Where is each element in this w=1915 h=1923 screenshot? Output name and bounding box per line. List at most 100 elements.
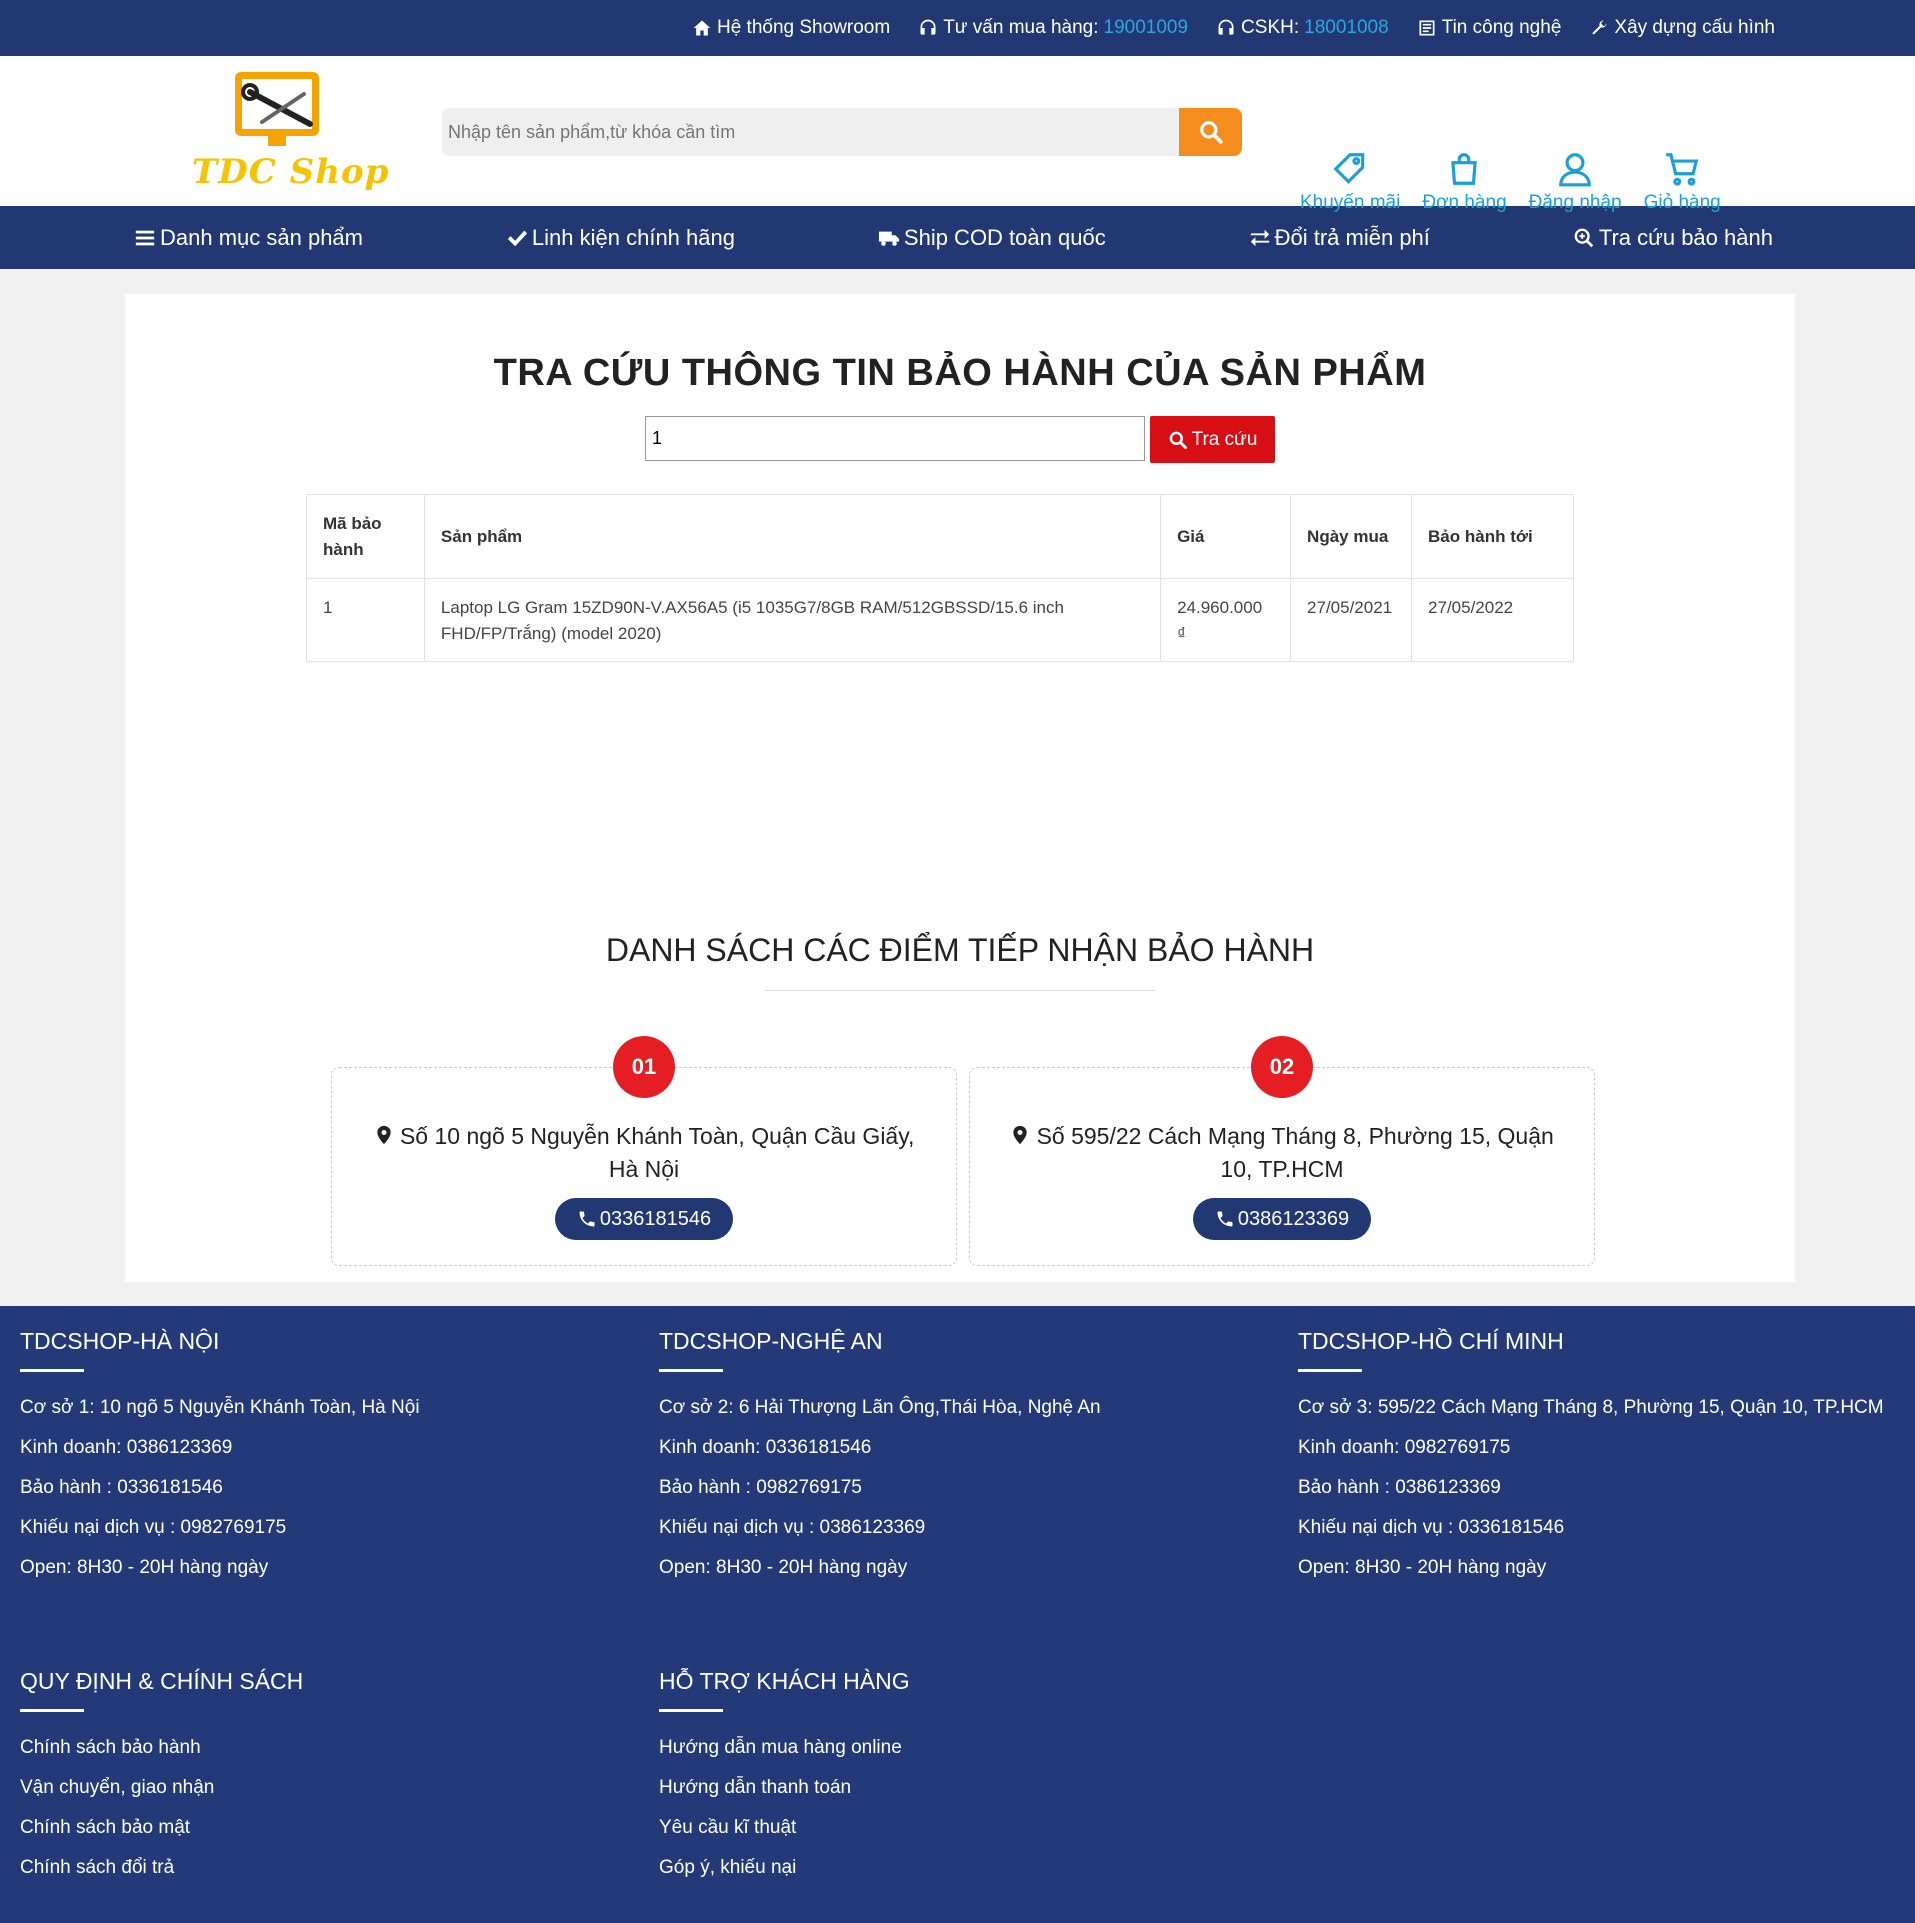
lookup-form: Tra cứu xyxy=(645,416,1275,463)
search-icon xyxy=(1169,431,1187,449)
cell-warranty-code: 1 xyxy=(306,578,425,662)
col-price: Giá xyxy=(1160,494,1292,579)
nav-warranty-label: Tra cứu bảo hành xyxy=(1598,224,1773,250)
footer-link-return-policy[interactable]: Chính sách đổi trả xyxy=(20,1858,640,1878)
build-link[interactable]: Xây dựng cấu hình xyxy=(1589,17,1775,39)
orders-link[interactable]: Đơn hàng xyxy=(1422,150,1507,214)
warranty-code-input[interactable] xyxy=(645,416,1145,461)
table-row: 1 Laptop LG Gram 15ZD90N-V.AX56A5 (i5 10… xyxy=(306,578,1574,662)
nav-return[interactable]: Đổi trả miễn phí xyxy=(1249,225,1430,251)
footer-link-payment-guide[interactable]: Hướng dẫn thanh toán xyxy=(659,1778,1279,1798)
top-bar: Hệ thống Showroom Tư vấn mua hàng: 19001… xyxy=(0,0,1915,56)
nav-categories-label: Danh mục sản phẩm xyxy=(160,224,363,250)
consult-phone: 19001009 xyxy=(1103,17,1189,38)
footer-line: Kinh doanh: 0386123369 xyxy=(20,1437,233,1458)
footer-branch-title: TDCSHOP-HÀ NỘI xyxy=(20,1328,220,1354)
service-point-phone: 0386123369 xyxy=(1237,1207,1350,1230)
news-link[interactable]: Tin công nghệ xyxy=(1417,17,1562,39)
col-warranty-until: Bảo hành tới xyxy=(1411,494,1574,579)
service-point-address: Số 595/22 Cách Mạng Tháng 8, Phường 15, … xyxy=(970,1120,1594,1186)
build-label: Xây dựng cấu hình xyxy=(1614,17,1775,38)
header-actions: Khuyến mãi Đơn hàng Đăng nhập Giỏ hàng xyxy=(1300,150,1743,214)
service-point-address: Số 10 ngõ 5 Nguyễn Khánh Toàn, Quận Cầu … xyxy=(332,1120,956,1186)
footer-support: HỖ TRỢ KHÁCH HÀNG Hướng dẫn mua hàng onl… xyxy=(659,1668,1279,1898)
footer-link-shipping[interactable]: Vận chuyển, giao nhận xyxy=(20,1778,640,1798)
login-link[interactable]: Đăng nhập xyxy=(1529,150,1622,214)
cskh-link[interactable]: CSKH: 18001008 xyxy=(1216,17,1389,39)
cart-link[interactable]: Giỏ hàng xyxy=(1644,150,1721,214)
footer-branch-title: TDCSHOP-HỒ CHÍ MINH xyxy=(1298,1328,1564,1354)
nav-return-label: Đổi trả miễn phí xyxy=(1274,224,1430,250)
col-purchase-date: Ngày mua xyxy=(1290,494,1413,579)
footer-branch-title: TDCSHOP-NGHỆ AN xyxy=(659,1328,883,1354)
nav-ship-label: Ship COD toàn quốc xyxy=(903,224,1106,250)
footer-branch-hcm: TDCSHOP-HỒ CHÍ MINH Cơ sở 3: 595/22 Cách… xyxy=(1298,1328,1915,1598)
map-marker-icon xyxy=(376,1125,391,1145)
tag-icon xyxy=(1333,153,1365,184)
wrench-icon xyxy=(1592,20,1607,35)
service-point-phone-button[interactable]: 0386123369 xyxy=(1192,1198,1372,1240)
footer-link-privacy[interactable]: Chính sách bảo mật xyxy=(20,1818,640,1838)
cell-price: 24.960.000 ₫ xyxy=(1160,578,1292,662)
news-label: Tin công nghệ xyxy=(1441,17,1562,38)
service-point-phone: 0336181546 xyxy=(599,1207,712,1230)
footer-line: Kinh doanh: 0982769175 xyxy=(1298,1437,1511,1458)
col-product: Sản phẩm xyxy=(423,494,1162,579)
service-point-number: 02 xyxy=(1251,1036,1313,1098)
nav-genuine-label: Linh kiện chính hãng xyxy=(531,224,735,250)
search-bar xyxy=(442,108,1242,156)
footer-branch-hanoi: TDCSHOP-HÀ NỘI Cơ sở 1: 10 ngõ 5 Nguyễn … xyxy=(20,1328,640,1598)
footer-line: Open: 8H30 - 20H hàng ngày xyxy=(1298,1557,1547,1578)
promo-link[interactable]: Khuyến mãi xyxy=(1300,150,1400,214)
header: TDC Shop Khuyến mãi Đơn hàng Đăng nhập G… xyxy=(0,56,1915,213)
cell-warranty-until: 27/05/2022 xyxy=(1411,578,1574,662)
shopping-bag-icon xyxy=(1451,153,1478,185)
showroom-label: Hệ thống Showroom xyxy=(716,17,891,38)
search-button[interactable] xyxy=(1179,108,1242,156)
nav-warranty[interactable]: Tra cứu bảo hành xyxy=(1573,225,1773,251)
footer-underline xyxy=(1298,1369,1362,1372)
nav-genuine[interactable]: Linh kiện chính hãng xyxy=(506,225,735,251)
footer-line: Open: 8H30 - 20H hàng ngày xyxy=(659,1557,908,1578)
cell-product: Laptop LG Gram 15ZD90N-V.AX56A5 (i5 1035… xyxy=(423,578,1162,662)
lookup-button[interactable]: Tra cứu xyxy=(1150,416,1275,463)
warranty-lookup-section: TRA CỨU THÔNG TIN BẢO HÀNH CỦA SẢN PHẨM … xyxy=(125,294,1795,1282)
footer-link-warranty-policy[interactable]: Chính sách bảo hành xyxy=(20,1738,640,1758)
footer-link-tech-request[interactable]: Yêu cầu kĩ thuật xyxy=(659,1818,1279,1838)
check-icon xyxy=(507,230,528,246)
footer-policy-title: QUY ĐỊNH & CHÍNH SÁCH xyxy=(20,1668,304,1694)
footer-line: Cơ sở 3: 595/22 Cách Mạng Tháng 8, Phườn… xyxy=(1298,1397,1884,1418)
service-point-card: 02 Số 595/22 Cách Mạng Tháng 8, Phường 1… xyxy=(969,1036,1595,1266)
cskh-phone: 18001008 xyxy=(1304,17,1389,38)
footer: TDCSHOP-HÀ NỘI Cơ sở 1: 10 ngõ 5 Nguyễn … xyxy=(0,1306,1915,1923)
table-header-row: Mã bảo hành Sản phẩm Giá Ngày mua Bảo hà… xyxy=(306,494,1574,579)
footer-policy: QUY ĐỊNH & CHÍNH SÁCH Chính sách bảo hàn… xyxy=(20,1668,640,1898)
footer-line: Khiếu nại dịch vụ : 0386123369 xyxy=(659,1517,926,1538)
search-input[interactable] xyxy=(442,108,1179,156)
logo[interactable]: TDC Shop xyxy=(192,72,388,192)
service-point-phone-button[interactable]: 0336181546 xyxy=(554,1198,734,1240)
col-warranty-code: Mã bảo hành xyxy=(306,494,425,579)
phone-icon xyxy=(1217,1211,1233,1227)
showroom-link[interactable]: Hệ thống Showroom xyxy=(692,17,890,39)
footer-line: Open: 8H30 - 20H hàng ngày xyxy=(20,1557,269,1578)
footer-link-feedback[interactable]: Góp ý, khiếu nại xyxy=(659,1858,1279,1878)
menu-icon xyxy=(135,230,155,245)
footer-line: Khiếu nại dịch vụ : 0982769175 xyxy=(20,1517,287,1538)
cskh-label: CSKH: xyxy=(1241,17,1300,38)
search-icon xyxy=(1199,121,1223,144)
service-point-number: 01 xyxy=(613,1036,675,1098)
search-plus-icon xyxy=(1574,228,1594,247)
cell-purchase-date: 27/05/2021 xyxy=(1290,578,1413,662)
footer-branch-nghean: TDCSHOP-NGHỆ AN Cơ sở 2: 6 Hải Thượng Lã… xyxy=(659,1328,1279,1598)
footer-underline xyxy=(20,1369,84,1372)
footer-line: Bảo hành : 0982769175 xyxy=(659,1477,862,1498)
nav-categories[interactable]: Danh mục sản phẩm xyxy=(134,225,363,251)
nav-ship[interactable]: Ship COD toàn quốc xyxy=(878,225,1106,251)
footer-line: Bảo hành : 0386123369 xyxy=(1298,1477,1501,1498)
page-title: TRA CỨU THÔNG TIN BẢO HÀNH CỦA SẢN PHẨM xyxy=(493,352,1427,394)
truck-icon xyxy=(878,231,899,246)
consult-link[interactable]: Tư vấn mua hàng: 19001009 xyxy=(918,17,1188,39)
footer-link-buy-guide[interactable]: Hướng dẫn mua hàng online xyxy=(659,1738,1279,1758)
footer-underline xyxy=(659,1709,723,1712)
